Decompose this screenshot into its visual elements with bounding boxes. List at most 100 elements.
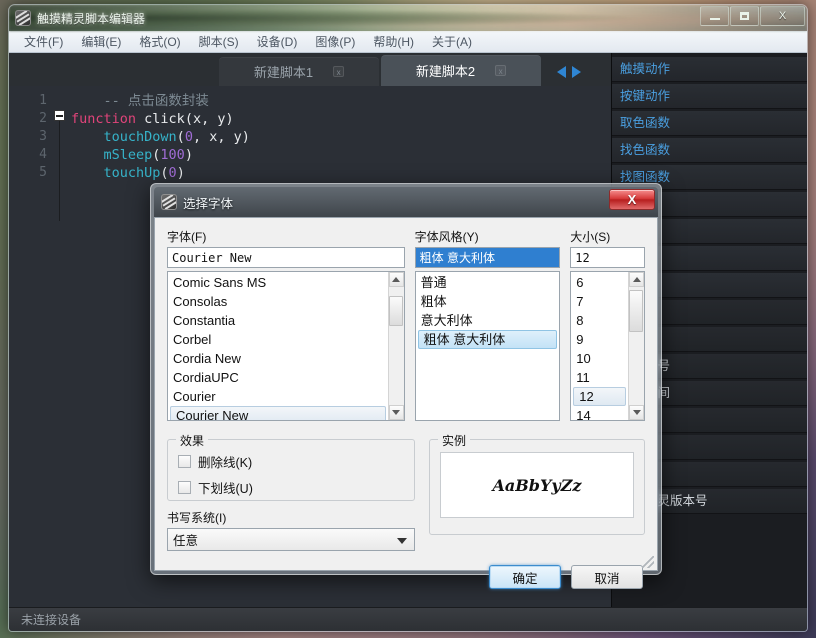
ok-button[interactable]: 确定 bbox=[489, 565, 561, 589]
code-token: ) bbox=[184, 147, 193, 163]
code-token: ( bbox=[160, 165, 169, 181]
menu-item-device[interactable]: 设备(D) bbox=[248, 31, 307, 52]
font-size-list[interactable]: 6 7 8 9 10 11 12 14 bbox=[570, 271, 645, 421]
menu-item-help[interactable]: 帮助(H) bbox=[364, 31, 423, 52]
line-number-gutter: 1 2 3 4 5 bbox=[9, 86, 53, 607]
size-list-scrollbar[interactable] bbox=[628, 272, 644, 420]
list-item[interactable]: Courier bbox=[168, 387, 388, 406]
font-dialog-title: 选择字体 bbox=[183, 196, 234, 211]
app-title: 触摸精灵脚本编辑器 bbox=[37, 11, 146, 26]
list-item[interactable]: Corbel bbox=[168, 330, 388, 349]
list-item[interactable]: 9 bbox=[571, 330, 628, 349]
menu-bar: 文件(F) 编辑(E) 格式(O) 脚本(S) 设备(D) 图像(P) 帮助(H… bbox=[9, 31, 807, 53]
list-item[interactable]: 粗体 bbox=[416, 292, 560, 311]
cancel-button[interactable]: 取消 bbox=[571, 565, 643, 589]
tab-nav bbox=[543, 66, 591, 86]
code-token: -- 点击函数封装 bbox=[103, 93, 209, 109]
prev-tab-arrow-icon[interactable] bbox=[557, 66, 566, 78]
menu-item-script[interactable]: 脚本(S) bbox=[190, 31, 248, 52]
font-size-section: 大小(S) 12 6 7 8 9 10 11 12 14 bbox=[570, 228, 645, 421]
menu-item-format[interactable]: 格式(O) bbox=[130, 31, 189, 52]
list-item[interactable]: Consolas bbox=[168, 292, 388, 311]
menu-item-edit[interactable]: 编辑(E) bbox=[72, 31, 130, 52]
font-dialog-close-button[interactable]: X bbox=[609, 189, 655, 210]
panel-item-3[interactable]: 找色函数 bbox=[612, 138, 807, 163]
code-token: 100 bbox=[160, 147, 185, 163]
list-item[interactable]: Cordia New bbox=[168, 349, 388, 368]
font-style-list[interactable]: 普通 粗体 意大利体 粗体 意大利体 bbox=[414, 271, 561, 421]
list-item[interactable]: 12 bbox=[573, 387, 626, 406]
scroll-down-icon[interactable] bbox=[388, 405, 404, 420]
chevron-down-icon[interactable] bbox=[397, 538, 407, 544]
list-item[interactable]: 10 bbox=[571, 349, 628, 368]
panel-item-0[interactable]: 触摸动作 bbox=[612, 57, 807, 82]
tab-script-1[interactable]: 新建脚本1 x bbox=[219, 57, 379, 86]
panel-item-2[interactable]: 取色函数 bbox=[612, 111, 807, 136]
font-family-input[interactable]: Courier New bbox=[167, 247, 405, 268]
list-item[interactable]: 意大利体 bbox=[416, 311, 560, 330]
scroll-thumb[interactable] bbox=[388, 296, 403, 326]
font-style-list-items: 普通 粗体 意大利体 粗体 意大利体 bbox=[416, 272, 560, 420]
code-line: touchUp(0) bbox=[71, 164, 611, 182]
minimize-button[interactable] bbox=[700, 6, 729, 26]
font-size-input[interactable]: 12 bbox=[570, 247, 645, 268]
font-style-input[interactable]: 粗体 意大利体 bbox=[414, 247, 561, 268]
list-item[interactable]: 6 bbox=[571, 273, 628, 292]
font-family-section: 字体(F) Courier New Comic Sans MS Consolas C… bbox=[167, 228, 405, 421]
font-list-scrollbar[interactable] bbox=[387, 272, 404, 420]
strikeout-row[interactable]: 删除线(K) bbox=[178, 452, 404, 471]
close-button[interactable]: X bbox=[760, 6, 805, 26]
menu-item-image[interactable]: 图像(P) bbox=[306, 31, 364, 52]
font-family-list[interactable]: Comic Sans MS Consolas Constantia Corbel Cor… bbox=[167, 271, 405, 421]
effects-label: 效果 bbox=[176, 432, 209, 449]
list-item[interactable]: 粗体 意大利体 bbox=[417, 330, 558, 349]
underline-checkbox[interactable] bbox=[178, 481, 191, 494]
panel-item-1[interactable]: 按键动作 bbox=[612, 84, 807, 109]
status-bar: 未连接设备 bbox=[9, 607, 807, 631]
font-style-section: 字体风格(Y) 粗体 意大利体 普通 粗体 意大利体 粗体 意大利体 bbox=[414, 228, 561, 421]
writing-system-select[interactable]: 任意 bbox=[167, 528, 415, 551]
code-token: click bbox=[136, 111, 185, 127]
list-item[interactable]: 8 bbox=[571, 311, 628, 330]
scroll-down-icon[interactable] bbox=[629, 405, 644, 420]
tab-close-icon[interactable]: x bbox=[333, 66, 345, 77]
list-item[interactable]: 普通 bbox=[416, 273, 560, 292]
list-item[interactable]: Courier New bbox=[170, 406, 386, 420]
list-item[interactable]: Comic Sans MS bbox=[168, 273, 388, 292]
line-number: 4 bbox=[39, 147, 47, 162]
writing-system-value: 任意 bbox=[173, 534, 199, 548]
menu-item-file[interactable]: 文件(F) bbox=[15, 31, 72, 52]
font-size-list-items: 6 7 8 9 10 11 12 14 bbox=[571, 272, 628, 420]
effects-section: 效果 删除线(K) 下划线(U) 书写系统(I) 任意 bbox=[167, 432, 415, 551]
scroll-up-icon[interactable] bbox=[629, 272, 644, 287]
collapse-fold-icon[interactable] bbox=[54, 110, 65, 121]
effects-group: 效果 删除线(K) 下划线(U) bbox=[167, 432, 415, 501]
font-dialog-title-bar[interactable]: 选择字体 X bbox=[154, 187, 658, 217]
font-dialog: 选择字体 X 字体(F) Courier New Comic Sans MS Co… bbox=[150, 183, 662, 589]
list-item[interactable]: 11 bbox=[571, 368, 628, 387]
scroll-up-icon[interactable] bbox=[388, 272, 404, 287]
tab-bar: 新建脚本1 x 新建脚本2 x bbox=[9, 53, 611, 86]
code-line: touchDown(0, x, y) bbox=[71, 128, 611, 146]
scroll-thumb[interactable] bbox=[629, 290, 643, 332]
tab-close-icon[interactable]: x bbox=[495, 65, 507, 76]
app-logo-icon bbox=[15, 10, 31, 26]
sample-group: 实例 AaBbYyZz bbox=[429, 432, 645, 535]
list-item[interactable]: 7 bbox=[571, 292, 628, 311]
maximize-button[interactable] bbox=[730, 6, 759, 26]
strikeout-checkbox[interactable] bbox=[178, 455, 191, 468]
list-item[interactable]: 14 bbox=[571, 406, 628, 420]
menu-item-about[interactable]: 关于(A) bbox=[423, 31, 481, 52]
sample-preview: AaBbYyZz bbox=[440, 452, 634, 518]
sample-label: 实例 bbox=[438, 432, 471, 449]
underline-label: 下划线(U) bbox=[198, 482, 253, 496]
code-token: ( bbox=[176, 129, 185, 145]
code-token: 0 bbox=[184, 129, 193, 145]
list-item[interactable]: CordiaUPC bbox=[168, 368, 388, 387]
list-item[interactable]: Constantia bbox=[168, 311, 388, 330]
tab-script-2[interactable]: 新建脚本2 x bbox=[381, 55, 541, 86]
resize-grip-icon[interactable] bbox=[642, 556, 654, 568]
underline-row[interactable]: 下划线(U) bbox=[178, 478, 404, 497]
next-tab-arrow-icon[interactable] bbox=[572, 66, 581, 78]
title-bar[interactable]: 触摸精灵脚本编辑器 X bbox=[9, 5, 807, 31]
